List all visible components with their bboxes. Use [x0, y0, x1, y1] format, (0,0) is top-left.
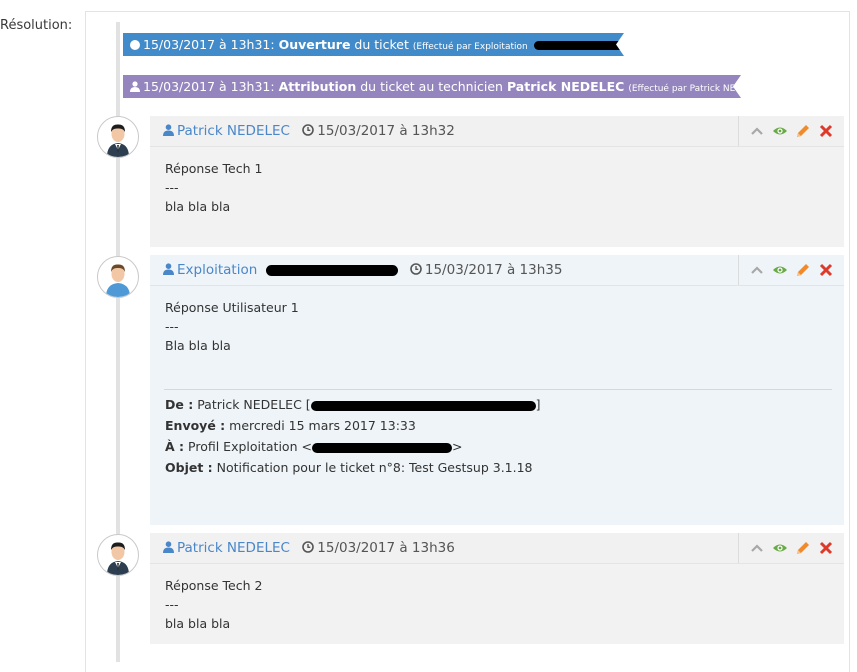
mail-sent-label: Envoyé :: [165, 418, 226, 433]
mail-from-line: De : Patrick NEDELEC []: [165, 397, 541, 412]
clock-icon: [302, 124, 315, 136]
redaction-mark: [310, 400, 536, 411]
avatar-tech: [97, 116, 139, 158]
view-eye-icon[interactable]: [771, 262, 788, 279]
entry-header: Patrick NEDELEC 15/03/2017 à 13h32: [150, 116, 844, 147]
entry-body: Réponse Tech 2 --- bla bla bla: [150, 564, 844, 633]
entry-tools: [738, 255, 844, 285]
thread-entry: Patrick NEDELEC 15/03/2017 à 13h36 Répon…: [150, 533, 844, 644]
mail-sent-value: mercredi 15 mars 2017 13:33: [229, 418, 416, 433]
view-eye-icon[interactable]: [771, 540, 788, 557]
entry-header: Patrick NEDELEC 15/03/2017 à 13h36: [150, 533, 844, 564]
collapse-chevron-up-icon[interactable]: [748, 123, 765, 140]
avatar-tech: [97, 534, 139, 576]
event-text: du ticket: [354, 37, 409, 52]
edit-pencil-icon[interactable]: [794, 123, 811, 140]
author-link[interactable]: Patrick NEDELEC: [177, 123, 290, 139]
event-assignment-tag: 15/03/2017 à 13h31: Attribution du ticke…: [123, 75, 741, 98]
delete-x-icon[interactable]: [817, 262, 834, 279]
mail-subject-value: Notification pour le ticket n°8: Test Ge…: [216, 460, 533, 475]
clock-icon: [302, 541, 315, 553]
event-opening-tag: 15/03/2017 à 13h31: Ouverture du ticket …: [123, 33, 624, 56]
body-line: Réponse Tech 1: [165, 161, 263, 176]
delete-x-icon[interactable]: [817, 123, 834, 140]
technician-avatar-icon: [107, 542, 129, 575]
author-link[interactable]: Exploitation: [177, 262, 257, 278]
entry-header: Exploitation 15/03/2017 à 13h35: [150, 255, 844, 286]
event-action: Ouverture: [278, 37, 351, 52]
body-line: Réponse Utilisateur 1: [165, 300, 299, 315]
clock-icon: [410, 263, 422, 275]
body-line: bla bla bla: [165, 616, 231, 631]
entry-time: 15/03/2017 à 13h32: [317, 123, 455, 139]
circle-icon: [130, 40, 140, 50]
collapse-chevron-up-icon[interactable]: [748, 540, 765, 557]
redaction-mark: [311, 442, 452, 453]
mail-to-line: À : Profil Exploitation < >: [165, 439, 463, 454]
mail-subject-line: Objet : Notification pour le ticket n°8:…: [165, 457, 829, 478]
entry-body: Réponse Tech 1 --- bla bla bla: [150, 147, 844, 216]
user-avatar-icon: [106, 264, 130, 297]
user-icon: [130, 76, 140, 92]
mail-from-value: Patrick NEDELEC [: [197, 397, 311, 412]
event-by: (Effectué par Exploitation: [412, 42, 528, 52]
edit-pencil-icon[interactable]: [794, 262, 811, 279]
body-line: ---: [165, 597, 179, 612]
body-line: Réponse Tech 2: [165, 578, 263, 593]
event-text: du ticket au technicien: [360, 79, 503, 94]
entry-time: 15/03/2017 à 13h35: [424, 262, 563, 278]
entry-time: 15/03/2017 à 13h36: [317, 540, 455, 556]
delete-x-icon[interactable]: [817, 540, 834, 557]
event-action: Attribution: [278, 79, 357, 94]
mail-to-value: Profil Exploitation <: [188, 439, 312, 454]
user-icon: [163, 124, 174, 136]
view-eye-icon[interactable]: [771, 123, 788, 140]
body-line: bla bla bla: [165, 199, 231, 214]
mail-to-label: À :: [165, 439, 185, 454]
redaction-mark: [533, 41, 624, 50]
mail-sent-line: Envoyé : mercredi 15 mars 2017 13:33: [165, 415, 829, 436]
entry-body: Réponse Utilisateur 1 --- Bla bla bla De…: [150, 286, 844, 478]
entry-tools: [738, 116, 844, 146]
edit-pencil-icon[interactable]: [794, 540, 811, 557]
resolution-label: Résolution:: [0, 18, 73, 33]
user-icon: [163, 263, 174, 275]
body-line: Bla bla bla: [165, 338, 231, 353]
event-date: 15/03/2017 à 13h31:: [143, 79, 275, 94]
mail-from-label: De :: [165, 397, 194, 412]
author-link[interactable]: Patrick NEDELEC: [177, 540, 290, 556]
entry-tools: [738, 533, 844, 563]
event-technician: Patrick NEDELEC: [506, 79, 625, 94]
user-icon: [163, 541, 174, 553]
thread-entry: Exploitation 15/03/2017 à 13h35 Réponse …: [150, 255, 844, 525]
event-date: 15/03/2017 à 13h31:: [143, 37, 275, 52]
mail-subject-label: Objet :: [165, 460, 213, 475]
thread-entry: Patrick NEDELEC 15/03/2017 à 13h32 Répon…: [150, 116, 844, 247]
body-line: ---: [165, 180, 179, 195]
technician-avatar-icon: [107, 124, 129, 157]
body-line: ---: [165, 319, 179, 334]
avatar-user: [97, 256, 139, 298]
collapse-chevron-up-icon[interactable]: [748, 262, 765, 279]
mail-separator: [164, 389, 832, 390]
redaction-mark: [265, 264, 398, 276]
